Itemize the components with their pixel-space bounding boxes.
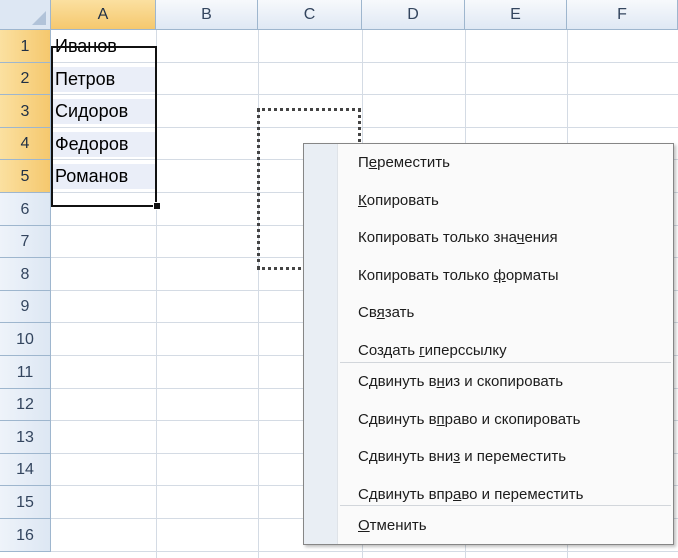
menu-item-label: раво и скопировать xyxy=(444,411,581,428)
row-header-9[interactable]: 9 xyxy=(0,291,51,323)
row-header-10[interactable]: 10 xyxy=(0,323,51,356)
menu-item-label: Копировать только xyxy=(358,267,494,284)
menu-item-label: Создать xyxy=(358,342,420,359)
row-header-6[interactable]: 6 xyxy=(0,193,51,226)
row-header-5[interactable]: 5 xyxy=(0,160,51,193)
fill-handle[interactable] xyxy=(153,202,161,210)
menu-item-label: орматы xyxy=(505,267,559,284)
column-header-c[interactable]: C xyxy=(258,0,362,30)
menu-item-accelerator: е xyxy=(368,154,378,171)
row-header-4[interactable]: 4 xyxy=(0,128,51,160)
menu-item-accelerator: О xyxy=(358,517,370,534)
menu-separator xyxy=(340,505,671,506)
menu-item-accelerator: К xyxy=(358,192,367,209)
menu-item-label: реместить xyxy=(377,154,450,171)
grid-line-horizontal xyxy=(51,551,678,552)
row-header-2[interactable]: 2 xyxy=(0,63,51,95)
menu-item-cancel[interactable]: Отменить xyxy=(358,511,427,541)
menu-item-label: Сдвинуть впр xyxy=(358,486,454,503)
menu-item-move[interactable]: Переместить xyxy=(358,148,450,178)
menu-item-label: во и переместить xyxy=(461,486,584,503)
selection-border xyxy=(51,46,157,207)
menu-item-accelerator: н xyxy=(436,373,445,390)
menu-item-shift-down-move[interactable]: Сдвинуть вниз и переместить xyxy=(358,442,566,472)
row-header-13[interactable]: 13 xyxy=(0,421,51,454)
row-header-7[interactable]: 7 xyxy=(0,226,51,258)
row-header-14[interactable]: 14 xyxy=(0,454,51,486)
menu-item-label: Сдвинуть в xyxy=(358,373,437,390)
row-header-1[interactable]: 1 xyxy=(0,30,51,63)
menu-item-accelerator: я xyxy=(376,304,385,321)
menu-item-label: опировать xyxy=(366,192,439,209)
column-header-e[interactable]: E xyxy=(465,0,567,30)
menu-separator xyxy=(340,362,671,363)
menu-item-accelerator: п xyxy=(436,411,445,428)
menu-icon-gutter xyxy=(304,144,338,544)
row-header-3[interactable]: 3 xyxy=(0,95,51,128)
row-header-16[interactable]: 16 xyxy=(0,519,51,552)
menu-item-shift-down-copy[interactable]: Сдвинуть вниз и скопировать xyxy=(358,367,563,397)
menu-item-label: из и скопировать xyxy=(444,373,564,390)
select-all-corner[interactable] xyxy=(0,0,51,30)
menu-item-copy[interactable]: Копировать xyxy=(358,186,439,216)
column-header-d[interactable]: D xyxy=(362,0,465,30)
menu-item-label: ения xyxy=(524,229,558,246)
context-menu: Переместить Копировать Копировать только з… xyxy=(303,143,674,545)
column-header-b[interactable]: B xyxy=(156,0,258,30)
menu-item-label: и переместить xyxy=(460,448,567,465)
select-all-triangle-icon xyxy=(32,11,46,25)
menu-item-accelerator: ф xyxy=(493,267,506,284)
menu-item-label: зать xyxy=(384,304,415,321)
menu-item-label: тменить xyxy=(369,517,427,534)
menu-item-label: Сдвинуть вни xyxy=(358,448,454,465)
column-header-a[interactable]: A xyxy=(51,0,156,30)
menu-item-label: Сдвинуть в xyxy=(358,411,437,428)
row-header-8[interactable]: 8 xyxy=(0,258,51,291)
row-header-15[interactable]: 15 xyxy=(0,486,51,519)
column-header-f[interactable]: F xyxy=(567,0,678,30)
row-header-12[interactable]: 12 xyxy=(0,389,51,421)
menu-item-label: П xyxy=(358,154,369,171)
menu-item-link[interactable]: Связать xyxy=(358,298,414,328)
menu-item-copy-values[interactable]: Копировать только значения xyxy=(358,223,558,253)
menu-item-copy-formats[interactable]: Копировать только форматы xyxy=(358,261,558,291)
row-header-11[interactable]: 11 xyxy=(0,356,51,389)
menu-item-label: Св xyxy=(358,304,377,321)
menu-item-label: Копировать только зна xyxy=(358,229,517,246)
menu-item-shift-right-copy[interactable]: Сдвинуть вправо и скопировать xyxy=(358,405,580,435)
menu-item-label: иперссылку xyxy=(424,342,507,359)
